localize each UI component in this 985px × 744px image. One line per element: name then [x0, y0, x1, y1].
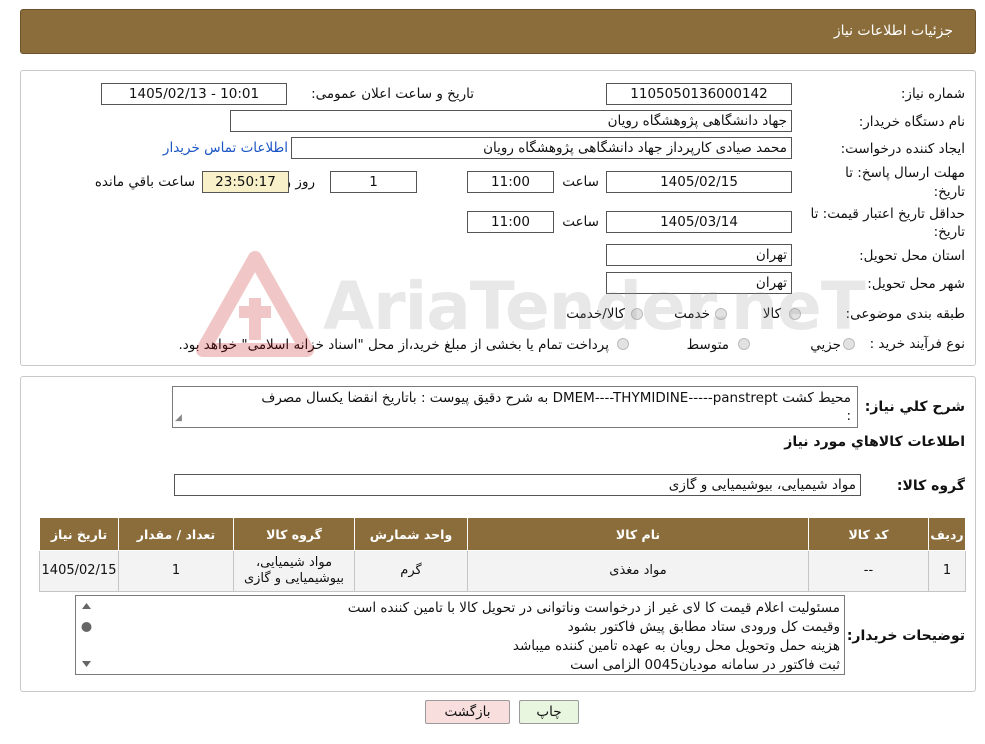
- need-number-label: شماره نیاز:: [900, 86, 965, 102]
- category-radio-goods-service[interactable]: [631, 308, 643, 320]
- page-title: جزئیات اطلاعات نیاز: [833, 23, 953, 39]
- cell-row: 1: [928, 550, 966, 592]
- buyer-notes-textarea[interactable]: مسئولیت اعلام قیمت کا لای غیر از درخواست…: [75, 595, 845, 675]
- validity-label-2: تاریخ:: [933, 224, 965, 240]
- category-option-service: خدمت: [674, 306, 710, 322]
- scroll-up-icon[interactable]: [82, 603, 91, 609]
- summary-textarea[interactable]: محیط کشت DMEM----THYMIDINE-----panstrept…: [172, 386, 858, 428]
- category-option-goods-service: کالا/خدمت: [566, 306, 625, 322]
- col-date: تاريخ نياز: [39, 517, 119, 551]
- purchase-option-minor: جزيي: [810, 337, 841, 353]
- back-button[interactable]: بازگشت: [425, 700, 510, 724]
- page-header: جزئیات اطلاعات نیاز: [20, 9, 976, 54]
- deadline-time-field: 11:00: [467, 171, 554, 193]
- creator-field: محمد صیادی کارپرداز جهاد دانشگاهی پژوهشگ…: [291, 137, 792, 159]
- creator-label: ایجاد کننده درخواست:: [840, 141, 965, 157]
- validity-time-label: ساعت: [562, 214, 599, 230]
- scroll-down-icon[interactable]: [82, 661, 91, 667]
- goods-section-title: اطلاعات کالاهاي مورد نياز: [784, 434, 965, 450]
- table-row: 1 -- مواد مغذی گرم مواد شیمیایی، بیوشیمی…: [39, 550, 966, 592]
- deadline-time-label: ساعت: [562, 174, 599, 190]
- buyer-notes-label: توضیحات خریدار:: [846, 628, 965, 644]
- summary-text-line2: :: [846, 408, 851, 424]
- summary-label: شرح کلي نياز:: [864, 399, 965, 415]
- col-code: کد کالا: [808, 517, 929, 551]
- category-radio-service[interactable]: [715, 308, 727, 320]
- buyer-contact-link[interactable]: اطلاعات تماس خریدار: [163, 140, 288, 156]
- items-table: رديف کد کالا نام کالا واحد شمارش گروه کا…: [39, 517, 966, 592]
- validity-time-field: 11:00: [467, 211, 554, 233]
- cell-unit: گرم: [354, 550, 468, 592]
- scroll-thumb-icon[interactable]: [81, 622, 92, 632]
- cell-name: مواد مغذی: [467, 550, 809, 592]
- province-label: استان محل تحویل:: [859, 248, 965, 264]
- col-unit: واحد شمارش: [354, 517, 468, 551]
- resize-grip-icon: ◢: [175, 413, 182, 423]
- col-name: نام کالا: [467, 517, 809, 551]
- purchase-radio-minor[interactable]: [843, 338, 855, 350]
- remaining-label: ساعت باقي مانده: [94, 174, 195, 190]
- deadline-label-2: تاریخ:: [933, 184, 965, 200]
- goods-group-label: گروه کالا:: [896, 478, 965, 494]
- need-number-field: 1105050136000142: [606, 83, 792, 105]
- validity-label: حداقل تاریخ اعتبار قیمت: تا: [810, 206, 965, 222]
- goods-group-field: مواد شیمیایی، بیوشیمیایی و گازی: [174, 474, 861, 496]
- validity-date-field: 1405/03/14: [606, 211, 792, 233]
- purchase-note: پرداخت تمام یا بخشی از مبلغ خرید،از محل …: [178, 337, 609, 353]
- cell-group-line2: بیوشیمیایی و گازی: [243, 571, 345, 586]
- purchase-type-label: نوع فرآیند خرید :: [869, 336, 965, 352]
- cell-group: مواد شیمیایی، بیوشیمیایی و گازی: [233, 550, 355, 592]
- category-radio-goods[interactable]: [789, 308, 801, 320]
- cell-qty: 1: [118, 550, 234, 592]
- print-button[interactable]: چاپ: [519, 700, 579, 724]
- buyer-notes-line: مسئولیت اعلام قیمت کا لای غیر از درخواست…: [347, 600, 840, 616]
- city-field: تهران: [606, 272, 792, 294]
- buyer-notes-line: وقیمت کل ورودی ستاد مطابق پیش فاکتور بشو…: [567, 619, 840, 635]
- buyer-notes-line: ثبت فاکتور در سامانه مودیان0045 الزامی ا…: [570, 657, 840, 673]
- table-header-row: رديف کد کالا نام کالا واحد شمارش گروه کا…: [39, 517, 966, 551]
- category-label: طبقه بندی موضوعی:: [845, 306, 965, 322]
- deadline-label: مهلت ارسال پاسخ: تا: [845, 165, 965, 181]
- buyer-notes-line: هزینه حمل وتحویل محل رویان به عهده تامین…: [512, 638, 840, 654]
- city-label: شهر محل تحویل:: [867, 276, 965, 292]
- remaining-time-field: 23:50:17: [202, 171, 289, 193]
- buyer-org-label: نام دستگاه خریدار:: [858, 114, 965, 130]
- deadline-date-field: 1405/02/15: [606, 171, 792, 193]
- buyer-notes-scrollbar[interactable]: [78, 598, 95, 672]
- days-label: روز و: [284, 174, 315, 190]
- buyer-org-field: جهاد دانشگاهی پژوهشگاه رویان: [230, 110, 792, 132]
- cell-date: 1405/02/15: [39, 550, 119, 592]
- announce-field: 1405/02/13 - 10:01: [101, 83, 287, 105]
- purchase-radio-medium[interactable]: [738, 338, 750, 350]
- cell-group-line1: مواد شیمیایی،: [255, 555, 333, 570]
- category-option-goods: کالا: [762, 306, 781, 322]
- col-qty: تعداد / مقدار: [118, 517, 234, 551]
- col-row: رديف: [928, 517, 966, 551]
- purchase-radio-treasury[interactable]: [617, 338, 629, 350]
- cell-code: --: [808, 550, 929, 592]
- col-group: گروه کالا: [233, 517, 355, 551]
- purchase-option-medium: متوسط: [686, 337, 729, 353]
- summary-text-line1: محیط کشت DMEM----THYMIDINE-----panstrept…: [261, 390, 851, 406]
- days-remaining-field: 1: [330, 171, 417, 193]
- province-field: تهران: [606, 244, 792, 266]
- announce-label: تاریخ و ساعت اعلان عمومی:: [311, 86, 474, 102]
